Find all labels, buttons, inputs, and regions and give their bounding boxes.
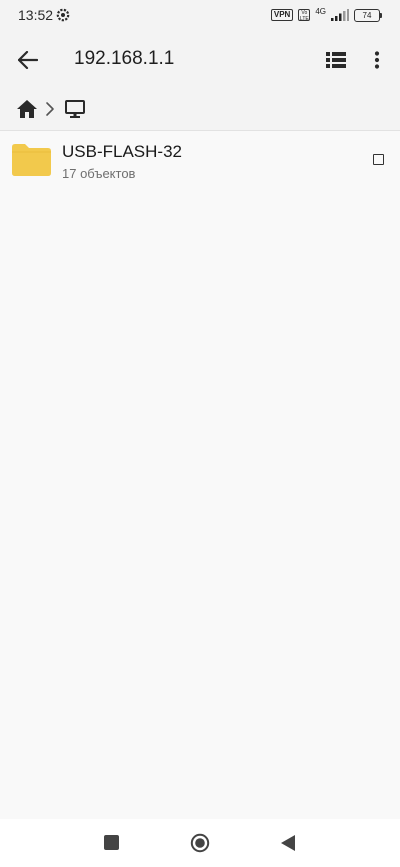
app-bar: 192.168.1.1 bbox=[0, 30, 400, 88]
status-time: 13:52 bbox=[18, 7, 54, 23]
vpn-badge: VPN bbox=[270, 9, 294, 21]
file-name: USB-FLASH-32 bbox=[62, 142, 182, 161]
system-nav-bar bbox=[0, 819, 400, 867]
network-type: 4G bbox=[315, 6, 326, 16]
breadcrumb-computer[interactable] bbox=[62, 96, 88, 122]
computer-icon bbox=[65, 100, 85, 118]
back-button[interactable] bbox=[12, 44, 44, 76]
home-icon bbox=[17, 100, 37, 118]
location-gear-icon bbox=[56, 8, 70, 22]
back-arrow-icon bbox=[18, 51, 38, 69]
breadcrumb-home[interactable] bbox=[14, 96, 40, 122]
breadcrumb bbox=[0, 88, 400, 131]
list-view-icon bbox=[326, 52, 346, 68]
select-checkbox[interactable] bbox=[373, 154, 384, 165]
file-list: USB-FLASH-32 17 объектов bbox=[0, 131, 400, 189]
more-vert-icon bbox=[374, 51, 380, 69]
recents-button[interactable] bbox=[104, 835, 119, 850]
battery-indicator: 74 bbox=[354, 8, 382, 22]
folder-icon bbox=[12, 144, 51, 176]
home-button[interactable] bbox=[190, 833, 210, 853]
file-item-count: 17 объектов bbox=[62, 166, 136, 181]
nav-back-button[interactable] bbox=[280, 834, 296, 852]
chevron-right-icon bbox=[46, 102, 54, 116]
status-indicators: VPN Vo LTE 4G 74 bbox=[270, 6, 382, 23]
more-options-button[interactable] bbox=[362, 44, 392, 76]
view-mode-button[interactable] bbox=[320, 44, 352, 76]
volte-badge: Vo LTE bbox=[298, 9, 311, 22]
status-bar: 13:52 VPN Vo LTE 4G 74 bbox=[0, 0, 400, 30]
signal-icon bbox=[331, 9, 349, 21]
page-title: 192.168.1.1 bbox=[74, 48, 175, 69]
list-item[interactable]: USB-FLASH-32 17 объектов bbox=[0, 131, 400, 189]
